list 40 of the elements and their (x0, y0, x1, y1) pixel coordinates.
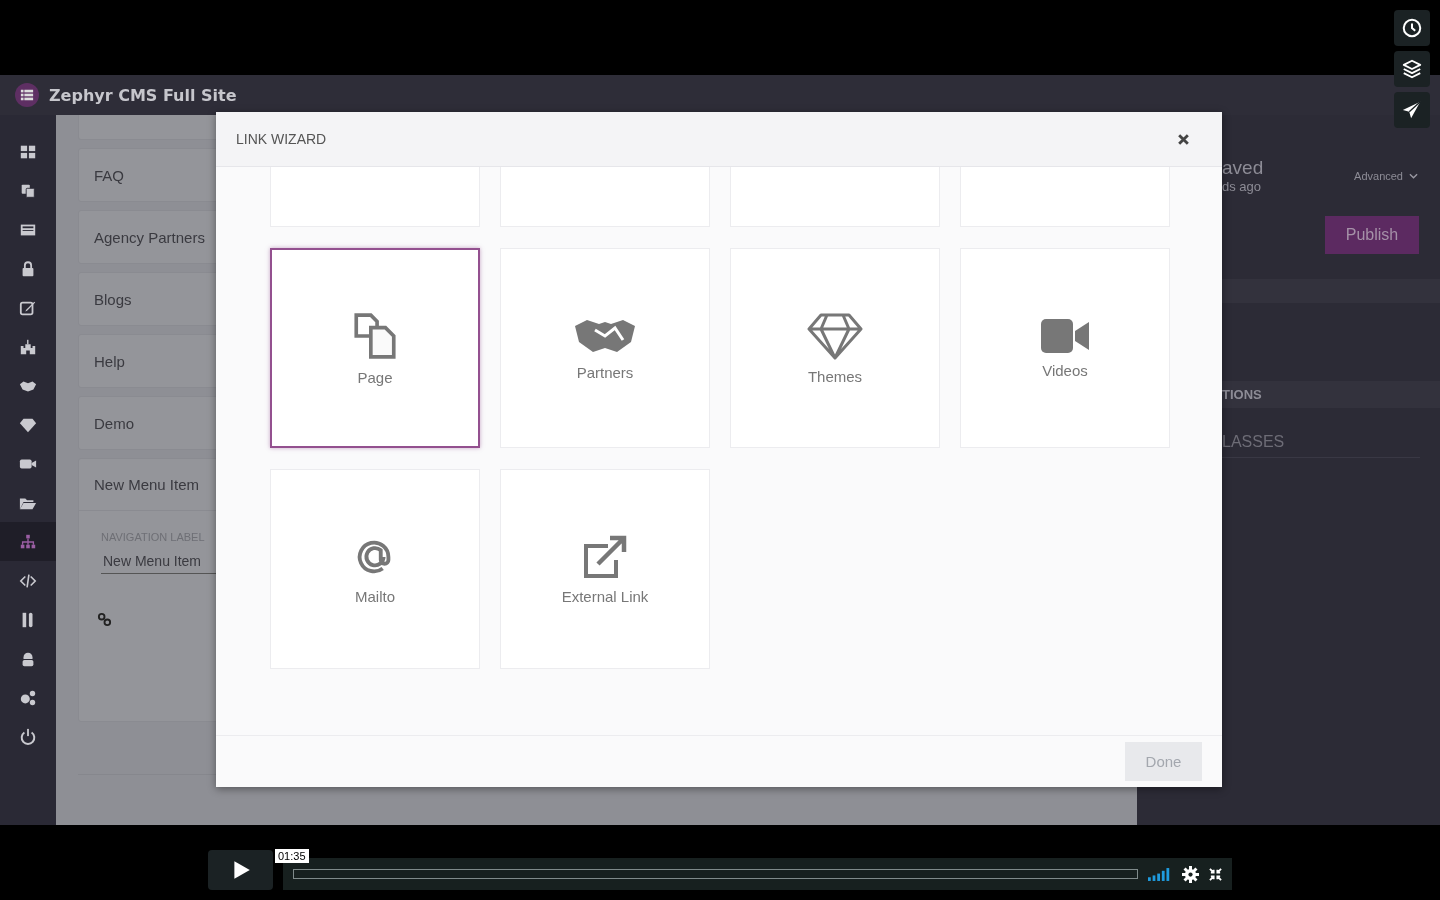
field-label: LASSES (1222, 433, 1285, 450)
advanced-dropdown[interactable]: Advanced (1354, 169, 1418, 182)
link-option-tile[interactable]: Partners (500, 248, 710, 448)
chevron-down-icon (1409, 172, 1418, 179)
save-status: aved (1222, 157, 1264, 179)
save-time: ds ago (1222, 179, 1263, 194)
menu-logo-icon[interactable] (15, 83, 39, 107)
link-option-tile[interactable] (730, 167, 940, 227)
link-option-tile[interactable] (270, 167, 480, 227)
clock-button[interactable] (1394, 10, 1430, 46)
layers-icon (1401, 58, 1423, 80)
link-option-tile[interactable] (960, 167, 1170, 227)
link-option-tile[interactable]: Themes (730, 248, 940, 448)
option-label: Videos (1042, 361, 1088, 379)
diamond-icon (807, 311, 863, 360)
option-label: Page (357, 368, 393, 386)
link-option-tile[interactable]: External Link (500, 469, 710, 669)
volume-icon[interactable] (1148, 867, 1172, 881)
clock-icon (1401, 17, 1423, 39)
dialog-title: LINK WIZARD (236, 131, 327, 147)
send-button[interactable] (1394, 92, 1430, 128)
option-label: External Link (561, 587, 649, 605)
close-icon (1177, 132, 1190, 146)
link-option-tile[interactable]: Videos (960, 248, 1170, 448)
publish-button[interactable]: Publish (1325, 216, 1419, 254)
progress-bar[interactable] (293, 869, 1138, 879)
option-label: Mailto (355, 587, 395, 605)
option-label: Themes (807, 367, 863, 385)
link-icon[interactable] (97, 612, 112, 627)
exit-fullscreen-icon[interactable] (1209, 867, 1222, 881)
option-label: Partners (576, 363, 634, 381)
link-option-tile[interactable]: Mailto (270, 469, 480, 669)
settings-icon[interactable] (1182, 865, 1199, 883)
site-title: Zephyr CMS Full Site (49, 85, 237, 105)
time-tooltip: 01:35 (275, 849, 309, 863)
play-button[interactable] (208, 850, 273, 890)
video-camera-icon (1040, 317, 1090, 354)
link-option-tile[interactable] (500, 167, 710, 227)
layers-button[interactable] (1394, 51, 1430, 87)
link-option-tile[interactable]: Page (270, 248, 480, 448)
